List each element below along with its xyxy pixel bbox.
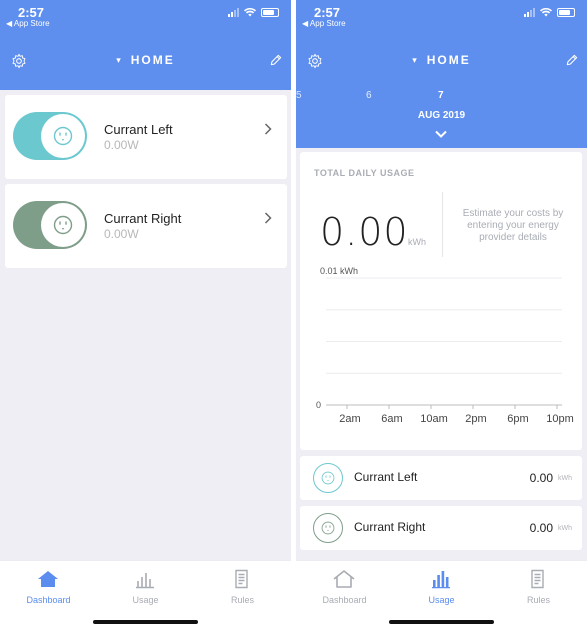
bar-chart-icon: [136, 573, 154, 589]
signal-icon: [228, 8, 239, 17]
device-name: Currant Left: [104, 122, 173, 137]
house-icon: [38, 571, 58, 587]
device-usage-unit: kWh: [558, 475, 572, 482]
x-tick-label: 10pm: [546, 413, 574, 425]
total-usage-card: TOTAL DAILY USAGE 0.00 kWh Estimate your…: [300, 152, 582, 450]
tab-dashboard[interactable]: Dashboard: [296, 561, 393, 613]
date-strip: 5 6 7: [296, 90, 587, 102]
header: 2:57 ◀ App Store ▾ HOME 5 6 7 AUG 2019: [296, 0, 587, 148]
chevron-down-icon: ▾: [116, 55, 123, 65]
power-toggle[interactable]: [13, 201, 87, 249]
home-selector[interactable]: ▾ HOME: [296, 53, 587, 67]
y-axis-top-label: 0.01 kWh: [320, 266, 358, 276]
battery-icon: [557, 8, 575, 17]
device-power: 0.00W: [104, 138, 139, 152]
toggle-knob: [41, 114, 85, 158]
home-indicator: [93, 620, 198, 624]
outlet-icon: [313, 463, 343, 493]
wifi-icon: [540, 8, 552, 17]
outlet-icon: [313, 513, 343, 543]
device-usage-value: 0.00: [529, 521, 553, 535]
daily-usage-chart: 0.01 kWh 0 2am 6am 10am 2pm 6pm 10pm: [316, 266, 574, 425]
device-name: Currant Right: [354, 520, 426, 534]
y-axis-zero-label: 0: [316, 400, 321, 410]
chevron-right-icon[interactable]: [264, 123, 272, 135]
x-tick-label: 10am: [420, 413, 448, 425]
toggle-knob: [41, 203, 85, 247]
x-tick-label: 6pm: [507, 413, 528, 425]
tab-label: Dashboard: [322, 595, 367, 605]
device-card-left[interactable]: Currant Left 0.00W: [5, 95, 287, 179]
tab-rules[interactable]: Rules: [194, 561, 291, 613]
bar-chart-icon: [432, 571, 450, 589]
chevron-down-icon: ▾: [412, 55, 419, 65]
status-time: 2:57: [314, 5, 341, 20]
status-time: 2:57: [18, 5, 45, 20]
device-name: Currant Right: [104, 211, 182, 226]
device-name: Currant Left: [354, 470, 418, 484]
device-card-right[interactable]: Currant Right 0.00W: [5, 184, 287, 268]
device-usage-unit: kWh: [558, 525, 572, 532]
home-selector[interactable]: ▾ HOME: [0, 53, 291, 67]
battery-icon: [261, 8, 279, 17]
usage-screen: 2:57 ◀ App Store ▾ HOME 5 6 7 AUG 2019 TO…: [296, 0, 587, 630]
home-title: HOME: [426, 53, 471, 67]
header: 2:57 ◀ App Store ▾ HOME: [0, 0, 291, 90]
status-icons: [524, 8, 575, 17]
tab-rules[interactable]: Rules: [490, 561, 587, 613]
home-indicator: [389, 620, 494, 624]
chevron-right-icon[interactable]: [264, 212, 272, 224]
x-tick-label: 6am: [381, 413, 402, 425]
month-label: AUG 2019: [417, 110, 466, 121]
date-item-selected[interactable]: 7: [438, 90, 444, 101]
tab-label: Usage: [132, 595, 159, 605]
pencil-icon[interactable]: [269, 53, 283, 67]
signal-icon: [524, 8, 535, 17]
device-power: 0.00W: [104, 227, 139, 241]
tab-usage[interactable]: Usage: [97, 561, 194, 613]
tab-label: Usage: [428, 595, 455, 605]
wifi-icon: [244, 8, 256, 17]
status-icons: [228, 8, 279, 17]
document-icon: [531, 569, 544, 589]
tab-label: Rules: [526, 595, 550, 605]
tab-usage[interactable]: Usage: [393, 561, 490, 613]
home-title: HOME: [130, 53, 175, 67]
tab-label: Dashboard: [26, 595, 71, 605]
date-item[interactable]: 5: [296, 90, 302, 101]
device-usage-value: 0.00: [529, 471, 553, 485]
document-icon: [235, 569, 248, 589]
screenshot-root: 2:57 ◀ App Store ▾ HOME Currant Left 0.00…: [0, 0, 587, 630]
date-item[interactable]: 6: [366, 90, 372, 101]
pencil-icon[interactable]: [565, 53, 579, 67]
device-usage-row-left[interactable]: Currant Left 0.00 kWh: [300, 456, 582, 500]
back-to-app-store-link[interactable]: ◀ App Store: [302, 19, 346, 28]
tab-dashboard[interactable]: Dashboard: [0, 561, 97, 613]
chevron-down-icon[interactable]: [435, 130, 447, 138]
dashboard-screen: 2:57 ◀ App Store ▾ HOME Currant Left 0.00…: [0, 0, 291, 630]
device-usage-row-right[interactable]: Currant Right 0.00 kWh: [300, 506, 582, 550]
tab-label: Rules: [230, 595, 254, 605]
back-to-app-store-link[interactable]: ◀ App Store: [6, 19, 50, 28]
outlet-icon: [53, 126, 73, 146]
power-toggle[interactable]: [13, 112, 87, 160]
x-tick-label: 2am: [339, 413, 360, 425]
x-tick-label: 2pm: [465, 413, 486, 425]
outlet-icon: [53, 215, 73, 235]
house-icon: [333, 570, 355, 588]
